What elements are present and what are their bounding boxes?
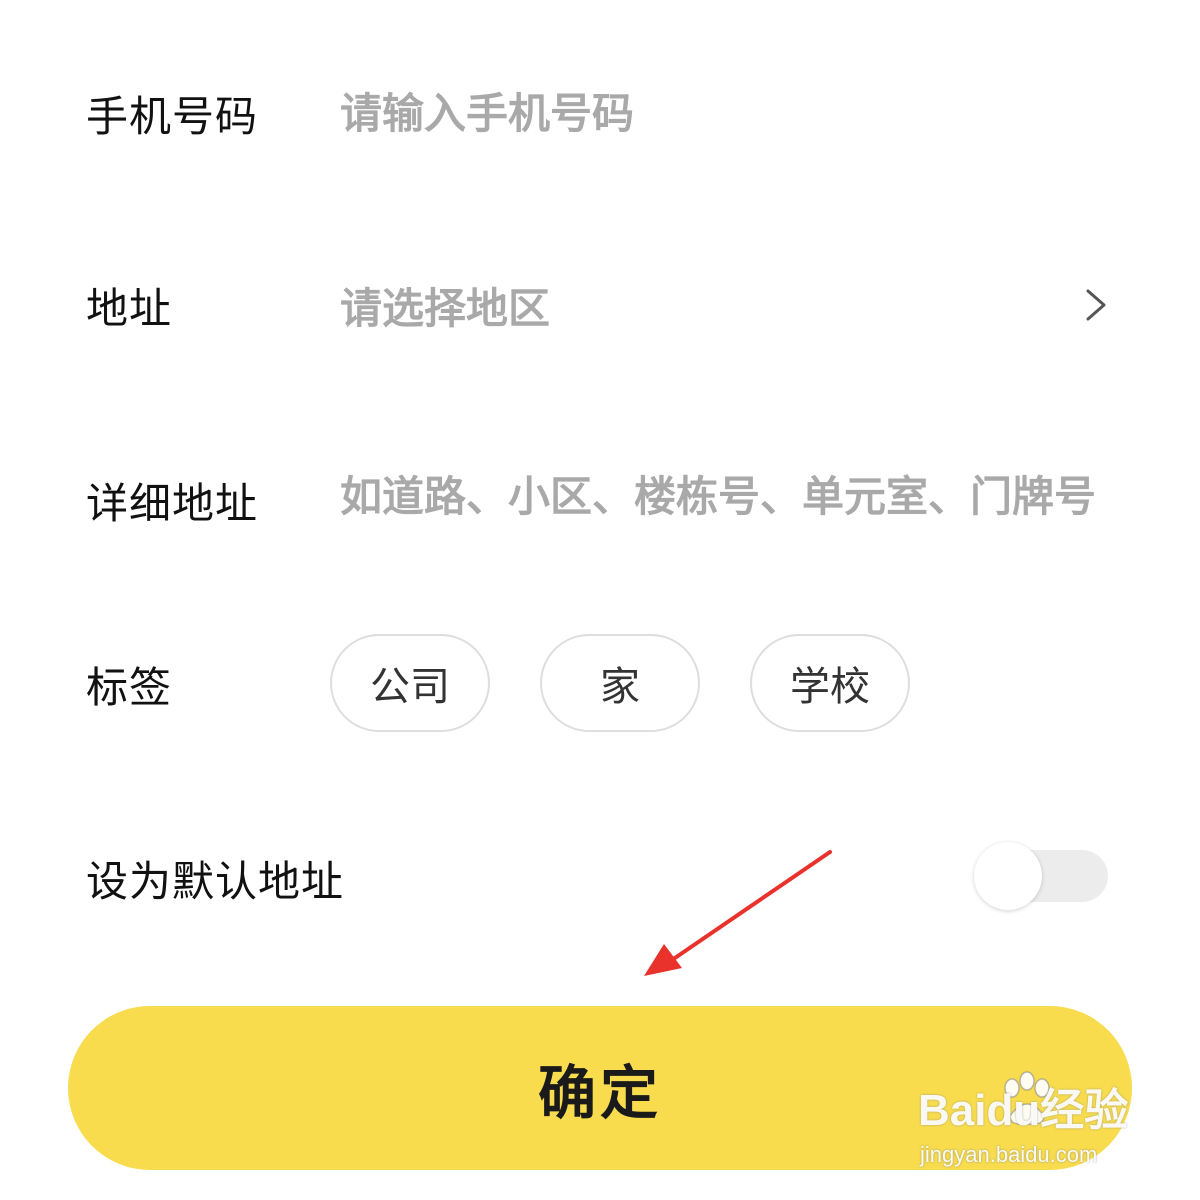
region-picker[interactable]: 请选择地区	[340, 275, 550, 336]
detail-address-input[interactable]	[340, 470, 1120, 590]
default-address-toggle[interactable]	[974, 842, 1108, 910]
phone-input[interactable]	[340, 88, 1040, 138]
tag-chip-school[interactable]: 学校	[750, 634, 910, 732]
detail-address-label: 详细地址	[86, 478, 259, 528]
region-row[interactable]: 地址 请选择地区	[0, 270, 1200, 340]
edit-address-page: 手机号码 地址 请选择地区 详细地址 标签 公司 家 学校 设为默认地址 确定	[0, 0, 1200, 1200]
chevron-right-icon[interactable]	[1078, 283, 1112, 327]
toggle-knob	[974, 842, 1042, 910]
phone-label: 手机号码	[86, 91, 259, 141]
address-label: 地址	[86, 283, 173, 333]
confirm-button[interactable]: 确定	[68, 1006, 1132, 1170]
tag-chip-company[interactable]: 公司	[330, 634, 490, 732]
tag-chip-home[interactable]: 家	[540, 634, 700, 732]
phone-row: 手机号码	[0, 78, 1200, 148]
default-address-label: 设为默认地址	[86, 856, 345, 906]
tags-label: 标签	[86, 662, 173, 712]
